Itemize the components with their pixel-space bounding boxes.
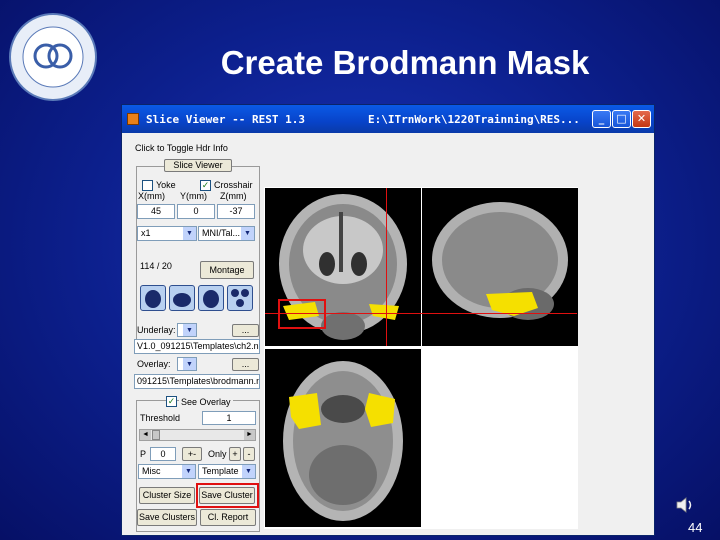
underlay-browse-button[interactable]: ... (232, 324, 259, 337)
y-mm-label: Y(mm) (180, 191, 207, 201)
window-path: E:\ITrnWork\1220Trainning\RES... (368, 113, 580, 126)
axial-slice[interactable] (265, 349, 421, 527)
see-overlay-label: See Overlay (179, 397, 233, 407)
chevron-down-icon: ▼ (183, 227, 196, 240)
slice-viewer-title: Slice Viewer (164, 159, 232, 172)
slider-right-arrow[interactable]: ► (244, 430, 255, 440)
plus-minus-button[interactable]: +- (182, 447, 202, 461)
overlay-label: Overlay: (137, 359, 171, 369)
z-mm-label: Z(mm) (220, 191, 247, 201)
save-cluster-highlight (196, 483, 259, 508)
crosshair-checkbox[interactable]: ✓ (200, 180, 211, 191)
yoke-checkbox[interactable] (142, 180, 153, 191)
z-coordinate-field[interactable]: -37 (217, 204, 255, 219)
region-highlight-box (278, 299, 326, 329)
cluster-size-button[interactable]: Cluster Size (139, 487, 195, 504)
overlay-path-field[interactable]: 091215\Templates\brodmann.nii (134, 374, 260, 389)
zoom-value: x1 (141, 228, 151, 238)
page-number: 44 (688, 520, 703, 535)
x-mm-label: X(mm) (138, 191, 165, 201)
toggle-hdr-info[interactable]: Click to Toggle Hdr Info (135, 143, 228, 153)
zoom-dropdown[interactable]: x1 ▼ (137, 226, 197, 241)
threshold-label: Threshold (140, 413, 181, 423)
matlab-icon (127, 113, 139, 125)
y-coordinate-field[interactable]: 0 (177, 204, 215, 219)
x-coordinate-field[interactable]: 45 (137, 204, 175, 219)
p-value-field[interactable]: 0 (150, 447, 176, 461)
only-label: Only (208, 449, 227, 459)
chevron-down-icon: ▼ (183, 324, 196, 336)
coronal-view-icon[interactable] (169, 285, 195, 311)
only-minus-button[interactable]: - (243, 447, 255, 461)
close-button[interactable]: ✕ (632, 110, 651, 128)
overlay-browse-button[interactable]: ... (232, 358, 259, 371)
minimize-button[interactable]: _ (592, 110, 611, 128)
chevron-down-icon: ▼ (241, 227, 254, 240)
axial-view-icon[interactable] (198, 285, 224, 311)
window-content: Click to Toggle Hdr Info Slice Viewer Yo… (122, 133, 654, 535)
slider-left-arrow[interactable]: ◄ (140, 430, 151, 440)
crosshair-vertical (386, 188, 387, 346)
slider-thumb[interactable] (152, 430, 160, 440)
crosshair-label: Crosshair (214, 180, 253, 190)
template-value: Template (202, 466, 239, 476)
montage-button[interactable]: Montage (200, 261, 254, 279)
threshold-slider[interactable]: ◄ ► (139, 429, 256, 441)
misc-dropdown[interactable]: Misc ▼ (138, 464, 196, 479)
university-logo (9, 13, 97, 101)
slice-info: 114 / 20 (140, 261, 172, 271)
underlay-dropdown[interactable]: ▼ (177, 323, 197, 337)
maximize-button[interactable]: □ (612, 110, 631, 128)
threshold-field[interactable]: 1 (202, 411, 256, 425)
window-titlebar[interactable]: Slice Viewer -- REST 1.3 E:\ITrnWork\122… (122, 105, 654, 133)
window-title: Slice Viewer -- REST 1.3 (146, 113, 305, 126)
yoke-label: Yoke (156, 180, 176, 190)
sagittal-view-icon[interactable] (140, 285, 166, 311)
speaker-icon[interactable] (675, 495, 695, 515)
save-clusters-button[interactable]: Save Clusters (137, 509, 197, 526)
space-dropdown[interactable]: MNI/Tal... ▼ (198, 226, 255, 241)
chevron-down-icon: ▼ (242, 465, 255, 478)
p-label: P (140, 449, 147, 459)
three-view-icon[interactable] (227, 285, 253, 311)
misc-value: Misc (142, 466, 161, 476)
slide-title: Create Brodmann Mask (220, 44, 590, 81)
cl-report-button[interactable]: Cl. Report (200, 509, 256, 526)
chevron-down-icon: ▼ (182, 465, 195, 478)
chevron-down-icon: ▼ (183, 358, 196, 370)
space-value: MNI/Tal... (202, 228, 241, 238)
see-overlay-checkbox[interactable]: ✓ (166, 396, 177, 407)
underlay-label: Underlay: (137, 325, 176, 335)
sagittal-slice[interactable] (422, 188, 578, 346)
underlay-path-field[interactable]: V1.0_091215\Templates\ch2.nii (134, 339, 260, 354)
template-dropdown[interactable]: Template ▼ (198, 464, 256, 479)
slice-viewer-window: Slice Viewer -- REST 1.3 E:\ITrnWork\122… (121, 104, 655, 536)
overlay-dropdown[interactable]: ▼ (177, 357, 197, 371)
only-plus-button[interactable]: + (229, 447, 241, 461)
brain-view-area[interactable] (264, 187, 578, 529)
